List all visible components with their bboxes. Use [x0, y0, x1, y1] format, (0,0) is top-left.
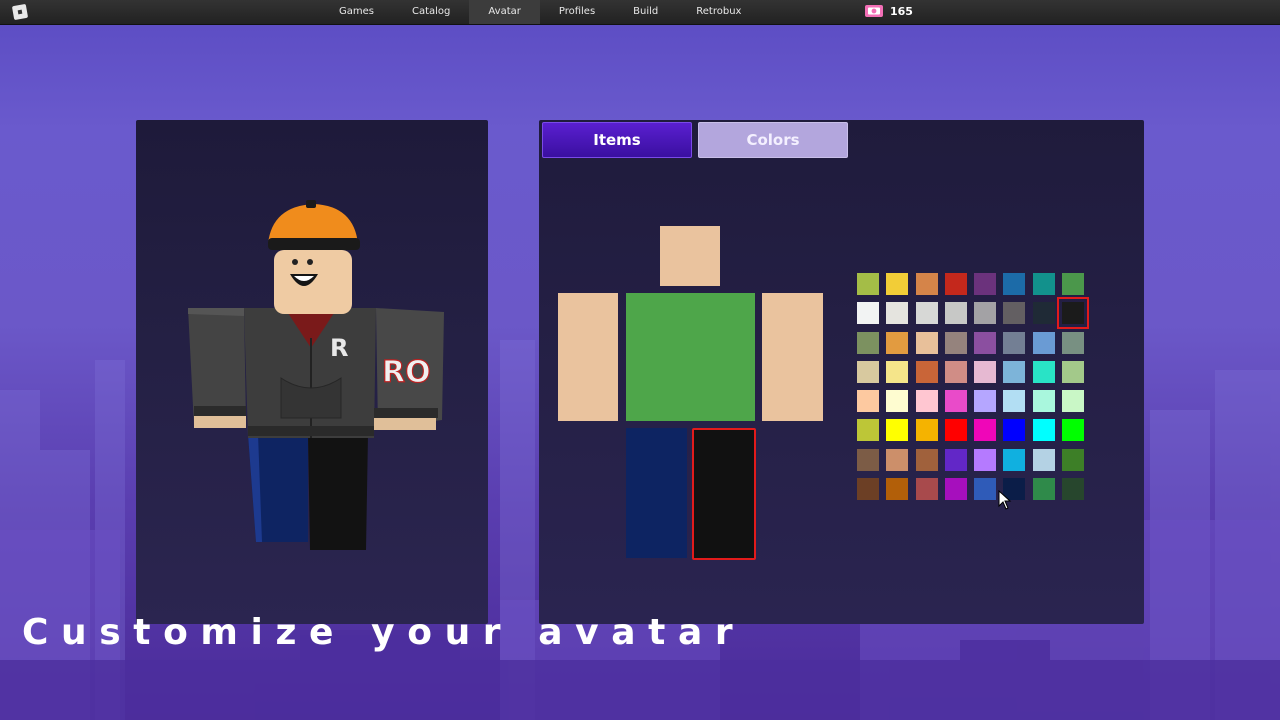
color-swatch[interactable]: [974, 419, 997, 442]
avatar-3d-preview[interactable]: RO R: [186, 198, 448, 554]
body-part-head[interactable]: [660, 226, 720, 286]
color-swatch[interactable]: [915, 478, 938, 501]
color-swatch[interactable]: [1003, 390, 1026, 413]
main-nav: Games Catalog Avatar Profiles Build Retr…: [320, 0, 760, 24]
color-swatch[interactable]: [857, 273, 879, 295]
color-swatch[interactable]: [974, 478, 997, 501]
color-swatch[interactable]: [915, 419, 938, 442]
nav-catalog[interactable]: Catalog: [393, 0, 469, 24]
color-swatch[interactable]: [857, 302, 879, 325]
color-swatch[interactable]: [974, 448, 997, 471]
color-swatch[interactable]: [915, 448, 938, 471]
roblox-logo-icon[interactable]: [12, 4, 28, 20]
color-swatch[interactable]: [886, 273, 909, 295]
color-swatch[interactable]: [1003, 302, 1026, 325]
color-swatch[interactable]: [886, 331, 909, 354]
color-swatch[interactable]: [974, 390, 997, 413]
color-swatch[interactable]: [974, 360, 997, 383]
color-swatch[interactable]: [886, 360, 909, 383]
tab-colors[interactable]: Colors: [698, 122, 848, 158]
color-swatch[interactable]: [944, 302, 967, 325]
color-swatch[interactable]: [857, 419, 879, 442]
shirt-logo-text: RO: [382, 355, 431, 390]
color-swatch[interactable]: [915, 302, 938, 325]
body-part-left-arm[interactable]: [558, 293, 618, 421]
retrobux-icon: [865, 5, 883, 17]
color-swatch[interactable]: [1032, 302, 1055, 325]
nav-retrobux[interactable]: Retrobux: [677, 0, 760, 24]
color-swatch[interactable]: [1032, 390, 1055, 413]
avatar-editor-panel: Items Colors: [539, 120, 1144, 624]
shirt-chest-letter: R: [330, 334, 348, 362]
body-part-right-arm[interactable]: [762, 293, 823, 421]
color-swatch[interactable]: [944, 419, 967, 442]
color-swatch[interactable]: [944, 273, 967, 295]
color-swatch[interactable]: [915, 273, 938, 295]
color-swatch[interactable]: [974, 302, 997, 325]
body-part-right-leg[interactable]: [692, 428, 756, 560]
color-swatch[interactable]: [1032, 331, 1055, 354]
color-swatch[interactable]: [857, 478, 879, 501]
color-swatch[interactable]: [1062, 360, 1085, 383]
color-swatch[interactable]: [1032, 273, 1055, 295]
color-swatch[interactable]: [944, 390, 967, 413]
color-palette: [857, 273, 1090, 501]
caption-text: Customize your avatar: [22, 612, 746, 653]
color-swatch[interactable]: [1062, 273, 1085, 295]
color-swatch[interactable]: [1062, 448, 1085, 471]
color-swatch[interactable]: [1032, 478, 1055, 501]
color-swatch[interactable]: [886, 448, 909, 471]
mouse-cursor-icon: [998, 490, 1012, 510]
color-swatch[interactable]: [886, 302, 909, 325]
nav-profiles[interactable]: Profiles: [540, 0, 614, 24]
color-swatch[interactable]: [944, 478, 967, 501]
currency-balance[interactable]: 165: [864, 4, 913, 18]
color-swatch[interactable]: [974, 273, 997, 295]
color-swatch[interactable]: [1062, 478, 1085, 501]
nav-build[interactable]: Build: [614, 0, 677, 24]
color-swatch[interactable]: [857, 448, 879, 471]
color-swatch[interactable]: [974, 331, 997, 354]
color-swatch[interactable]: [944, 360, 967, 383]
color-swatch[interactable]: [857, 331, 879, 354]
color-swatch[interactable]: [915, 390, 938, 413]
color-swatch[interactable]: [886, 419, 909, 442]
color-swatch[interactable]: [1003, 448, 1026, 471]
color-swatch[interactable]: [1032, 448, 1055, 471]
color-swatch[interactable]: [857, 390, 879, 413]
color-swatch[interactable]: [1003, 273, 1026, 295]
color-swatch[interactable]: [1057, 297, 1090, 330]
color-swatch[interactable]: [915, 360, 938, 383]
color-swatch[interactable]: [886, 478, 909, 501]
nav-avatar[interactable]: Avatar: [469, 0, 540, 24]
color-swatch[interactable]: [1062, 331, 1085, 354]
color-swatch[interactable]: [1003, 331, 1026, 354]
color-swatch[interactable]: [1003, 419, 1026, 442]
color-swatch[interactable]: [1032, 419, 1055, 442]
color-swatch[interactable]: [886, 390, 909, 413]
top-navbar: Games Catalog Avatar Profiles Build Retr…: [0, 0, 1280, 25]
tab-items[interactable]: Items: [542, 122, 692, 158]
color-swatch[interactable]: [944, 331, 967, 354]
color-swatch[interactable]: [1062, 419, 1085, 442]
color-swatch[interactable]: [1062, 390, 1085, 413]
color-swatch[interactable]: [915, 331, 938, 354]
body-part-torso[interactable]: [626, 293, 755, 421]
color-swatch[interactable]: [1003, 360, 1026, 383]
color-swatch[interactable]: [944, 448, 967, 471]
currency-amount: 165: [890, 4, 913, 18]
nav-games[interactable]: Games: [320, 0, 393, 24]
color-swatch[interactable]: [857, 360, 879, 383]
body-part-left-leg[interactable]: [626, 428, 687, 558]
color-swatch[interactable]: [1032, 360, 1055, 383]
